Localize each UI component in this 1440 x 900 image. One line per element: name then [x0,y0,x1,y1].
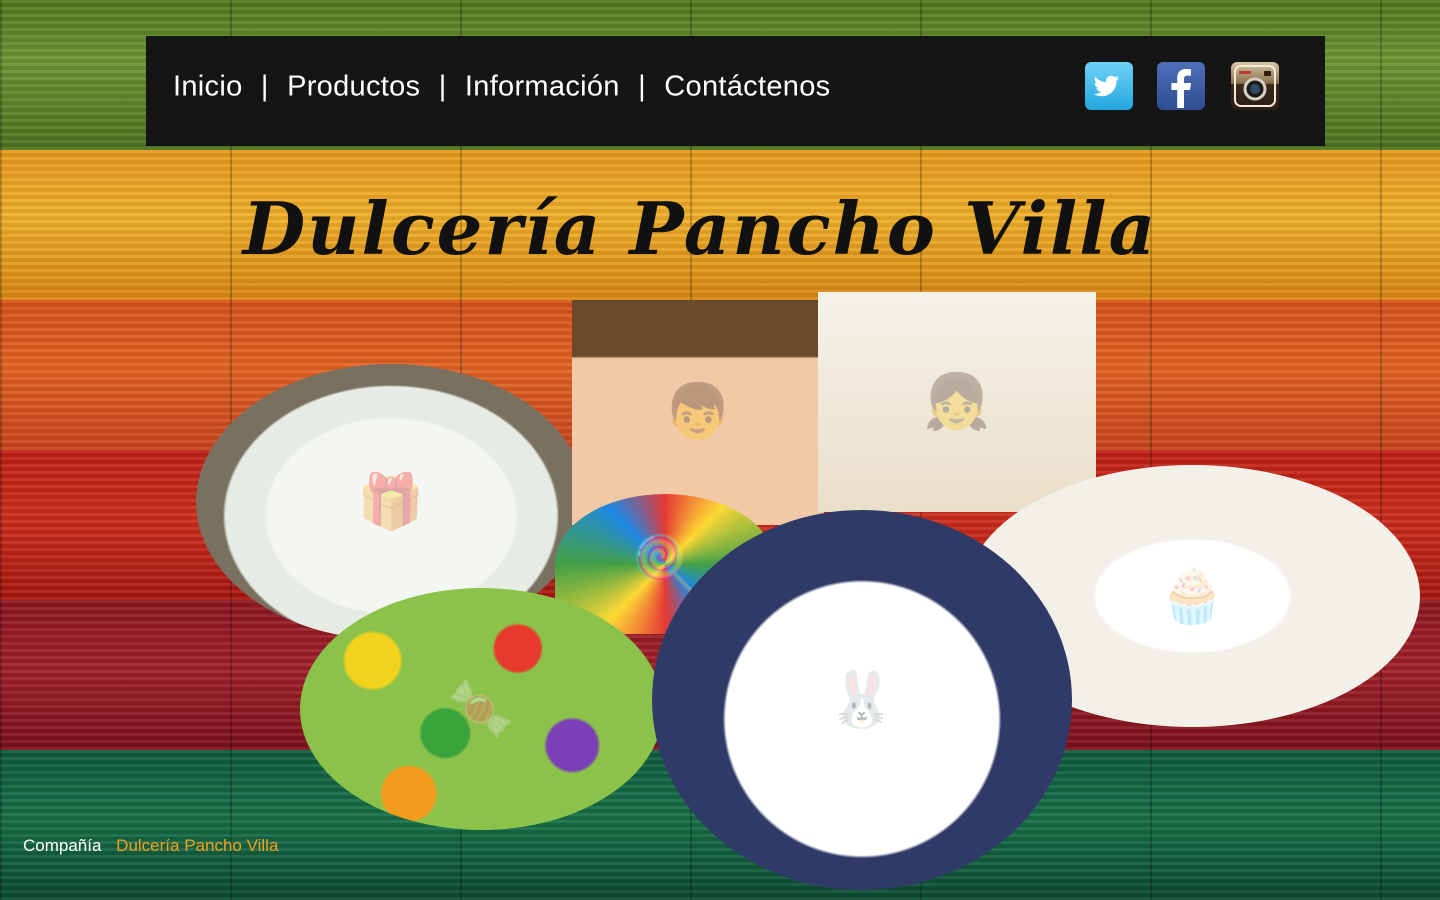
nav-link-informacion[interactable]: Información [465,71,620,104]
nav-separator: | [638,70,646,103]
instagram-camera-icon [1234,65,1276,107]
twitter-bird-icon [1093,75,1120,97]
nav-link-productos[interactable]: Productos [287,71,420,104]
nav-separator: | [438,70,447,103]
navbar: Inicio | Productos | Información | Contá… [146,36,1325,146]
fruit-candy-photo: 🍬 [300,588,663,830]
nav-links: Inicio | Productos | Información | Contá… [173,71,830,104]
boy-glyph: 👦 [664,382,732,442]
boy-lollipop-photo: 👦 [572,300,824,525]
site-title: Dulcería Pancho Villa [242,186,1158,271]
footer: Compañía Dulcería Pancho Villa [23,836,278,856]
instagram-icon[interactable] [1231,62,1279,110]
nav-link-contactenos[interactable]: Contáctenos [664,71,830,104]
facebook-icon[interactable] [1157,62,1205,110]
twitter-icon[interactable] [1085,62,1133,110]
facebook-f-icon [1171,69,1191,108]
nav-separator: | [260,70,269,103]
footer-label: Compañía [23,836,102,855]
footer-company-link[interactable]: Dulcería Pancho Villa [116,836,278,855]
nav-link-inicio[interactable]: Inicio [173,71,243,104]
bunny-cupcake-photo: 🐰 [652,510,1072,890]
bunny-glyph: 🐰 [828,669,896,730]
fruit-candy-glyph: 🍬 [447,678,516,739]
